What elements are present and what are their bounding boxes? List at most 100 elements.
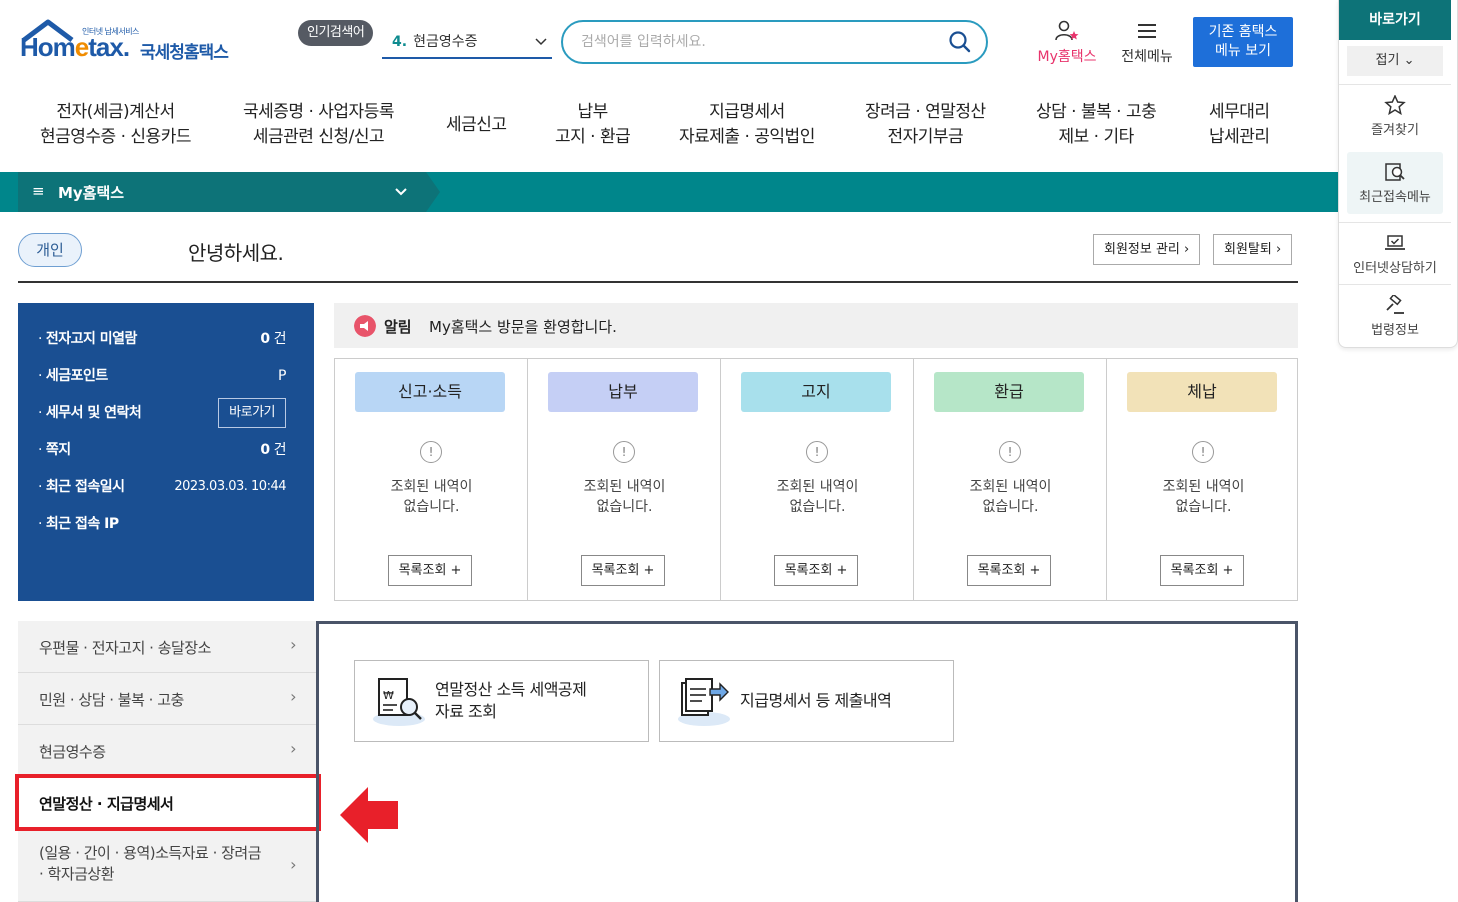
notice-text: My홈택스 방문을 환영합니다. <box>429 318 617 336</box>
card-tag[interactable]: 환급 <box>934 372 1084 412</box>
star-icon <box>1384 95 1406 115</box>
card-empty-message: 조회된 내역이 없습니다. <box>776 479 859 515</box>
gnb-item-einvoice[interactable]: 전자(세금)계산서 현금영수증 · 신용카드 <box>40 100 191 150</box>
tile-label: 연말정산 소득 세액공제 자료 조회 <box>435 680 587 721</box>
document-search-icon: ₩ <box>373 678 425 726</box>
card-empty-message: 조회된 내역이 없습니다. <box>1162 479 1245 515</box>
greeting-text: 안녕하세요. <box>188 241 284 265</box>
quick-menu: 바로가기 접기 ⌄ 즐겨찾기 최근접속메뉴 인터넷상담하기 법령정보 <box>1338 0 1458 348</box>
tile-payment-statement-history[interactable]: 지급명세서 등 제출내역 <box>659 660 954 742</box>
card-notice: 고지 ! 조회된 내역이 없습니다. 목록조회 + <box>721 359 914 600</box>
all-menu-label: 전체메뉴 <box>1121 49 1173 65</box>
user-star-icon <box>1055 20 1079 41</box>
card-empty-message: 조회된 내역이 없습니다. <box>390 479 473 515</box>
exclamation-icon: ! <box>999 441 1021 463</box>
card-report-income: 신고·소득 ! 조회된 내역이 없습니다. 목록조회 + <box>335 359 528 600</box>
card-tag[interactable]: 신고·소득 <box>355 372 505 412</box>
exclamation-icon: ! <box>1192 441 1214 463</box>
go-tax-office-button[interactable]: 바로가기 <box>218 398 286 428</box>
tile-label: 지급명세서 등 제출내역 <box>740 691 892 710</box>
exclamation-icon: ! <box>806 441 828 463</box>
quick-item-recent[interactable]: 최근접속메뉴 <box>1347 152 1443 214</box>
side-item-mail[interactable]: 우편물 · 전자고지 · 송달장소 › <box>18 621 316 673</box>
gnb-item-tax-report[interactable]: 세금신고 <box>446 113 507 138</box>
notice-bar: 알림 My홈택스 방문을 환영합니다. <box>334 303 1298 348</box>
card-tag[interactable]: 체납 <box>1127 372 1277 412</box>
card-tag[interactable]: 고지 <box>741 372 891 412</box>
logo-wordmark: Hometax. <box>20 32 130 62</box>
card-tag[interactable]: 납부 <box>548 372 698 412</box>
info-row-tax-point[interactable]: 세금포인트 P <box>38 361 306 391</box>
card-arrears: 체납 ! 조회된 내역이 없습니다. 목록조회 + <box>1107 359 1300 600</box>
highlight-box <box>15 774 321 831</box>
card-empty-message: 조회된 내역이 없습니다. <box>969 479 1052 515</box>
hometax-logo[interactable]: 인터넷 납세서비스 Hometax. 국세청홈택스 <box>20 18 240 70</box>
search-box <box>561 20 988 64</box>
all-menu-button[interactable]: 전체메뉴 <box>1112 20 1182 66</box>
lnb-myhometax-dropdown[interactable]: ≡ My홈택스 <box>18 172 440 212</box>
tile-year-end-deduction[interactable]: ₩ 연말정산 소득 세액공제 자료 조회 <box>354 660 649 742</box>
hamburger-icon: ≡ <box>32 182 45 200</box>
recent-search-icon <box>1385 163 1405 181</box>
chevron-right-icon: › <box>290 855 296 874</box>
megaphone-icon <box>354 315 376 337</box>
divider <box>18 281 1298 283</box>
search-input[interactable] <box>581 30 941 54</box>
local-nav-bar: ≡ My홈택스 <box>0 172 1338 212</box>
chevron-right-icon: › <box>290 687 296 706</box>
popular-search-select[interactable]: 4. 현금영수증 <box>382 27 552 59</box>
old-menu-line1: 기존 홈택스 <box>1208 24 1278 40</box>
list-view-button[interactable]: 목록조회 + <box>967 555 1051 586</box>
popular-search-badge: 인기검색어 <box>298 20 374 46</box>
list-view-button[interactable]: 목록조회 + <box>581 555 665 586</box>
content-panel: ₩ 연말정산 소득 세액공제 자료 조회 지급명세서 등 제출내역 <box>316 621 1298 902</box>
info-row-message[interactable]: 쪽지 0 건 <box>38 435 306 465</box>
card-refund: 환급 ! 조회된 내역이 없습니다. 목록조회 + <box>914 359 1107 600</box>
exclamation-icon: ! <box>613 441 635 463</box>
side-menu: 우편물 · 전자고지 · 송달장소 › 민원 · 상담 · 불복 · 고충 › 현금… <box>18 621 316 902</box>
info-row-last-login: 최근 접속일시 2023.03.03. 10:44 <box>38 472 306 502</box>
info-row-unread-notice[interactable]: 전자고지 미열람 0 건 <box>38 324 306 354</box>
user-type-badge: 개인 <box>18 233 82 267</box>
logo-subtitle: 국세청홈택스 <box>140 43 229 63</box>
lnb-title: My홈택스 <box>58 184 125 202</box>
member-info-button[interactable]: 회원정보 관리 › <box>1093 234 1201 265</box>
quick-fold-button[interactable]: 접기 ⌄ <box>1347 46 1443 76</box>
myhometax-button[interactable]: My홈택스 <box>1032 20 1102 66</box>
side-item-income-data[interactable]: (일용 · 간이 · 용역)소득자료 · 장려금 · 학자금상환 › <box>18 833 316 902</box>
list-view-button[interactable]: 목록조회 + <box>774 555 858 586</box>
myhometax-label: My홈택스 <box>1037 49 1097 65</box>
quick-item-favorites[interactable]: 즐겨찾기 <box>1339 84 1451 146</box>
user-info-panel: 전자고지 미열람 0 건 세금포인트 P 세무서 및 연락처 바로가기 쪽지 0… <box>18 303 314 601</box>
document-export-icon <box>678 678 730 726</box>
status-cards: 신고·소득 ! 조회된 내역이 없습니다. 목록조회 + 납부 ! 조회된 내역이… <box>334 358 1298 601</box>
list-view-button[interactable]: 목록조회 + <box>1160 555 1244 586</box>
gnb-item-year-end[interactable]: 장려금 · 연말정산 전자기부금 <box>865 100 986 150</box>
quick-item-law[interactable]: 법령정보 <box>1339 284 1451 346</box>
exclamation-icon: ! <box>420 441 442 463</box>
card-empty-message: 조회된 내역이 없습니다. <box>583 479 666 515</box>
laptop-check-icon <box>1385 235 1405 250</box>
popular-rank: 4. <box>392 34 408 50</box>
side-item-civil[interactable]: 민원 · 상담 · 불복 · 고충 › <box>18 673 316 725</box>
chevron-down-icon <box>394 182 408 206</box>
withdraw-button[interactable]: 회원탈퇴 › <box>1213 234 1293 265</box>
chevron-right-icon: › <box>290 635 296 654</box>
search-icon[interactable] <box>948 30 972 54</box>
list-view-button[interactable]: 목록조회 + <box>388 555 472 586</box>
side-item-cash-receipt[interactable]: 현금영수증 › <box>18 725 316 777</box>
gnb-item-certificate[interactable]: 국세증명 · 사업자등록 세금관련 신청/신고 <box>243 100 394 150</box>
gnb-item-payment[interactable]: 납부 고지 · 환급 <box>555 100 631 150</box>
gnb-item-payment-statement[interactable]: 지급명세서 자료제출 · 공익법인 <box>679 100 815 150</box>
notice-label: 알림 <box>384 318 412 336</box>
main-navigation: 전자(세금)계산서 현금영수증 · 신용카드 국세증명 · 사업자등록 세금관련 신… <box>0 100 1338 160</box>
old-hometax-menu-button[interactable]: 기존 홈택스 메뉴 보기 <box>1193 17 1293 67</box>
hamburger-icon <box>1138 24 1156 38</box>
gnb-item-tax-agent[interactable]: 세무대리 납세관리 <box>1209 100 1270 150</box>
gavel-icon <box>1386 295 1404 314</box>
quick-menu-title: 바로가기 <box>1339 0 1451 40</box>
gnb-item-consult[interactable]: 상담 · 불복 · 고충 제보 · 기타 <box>1036 100 1157 150</box>
info-row-tax-office: 세무서 및 연락처 바로가기 <box>38 398 306 428</box>
quick-item-consult[interactable]: 인터넷상담하기 <box>1339 222 1451 284</box>
svg-text:₩: ₩ <box>383 689 394 702</box>
